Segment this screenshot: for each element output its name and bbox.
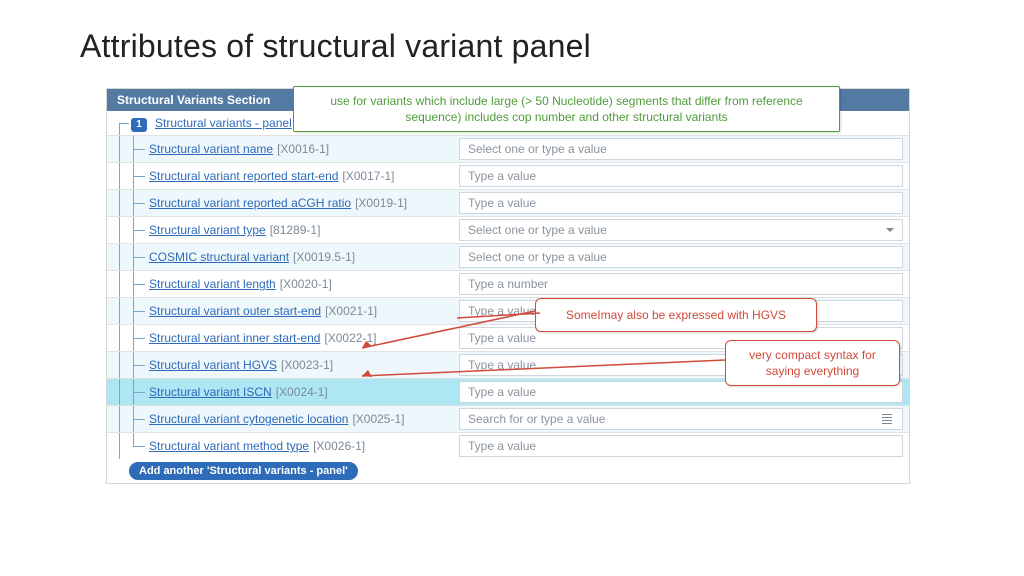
field-input[interactable]: Select one or type a value	[459, 138, 903, 160]
field-code: [X0016-1]	[277, 137, 329, 161]
callout-usage: use for variants which include large (> …	[293, 86, 840, 132]
field-code: [X0021-1]	[325, 299, 377, 323]
field-label[interactable]: Structural variant ISCN	[149, 380, 272, 404]
slide-title: Attributes of structural variant panel	[0, 0, 1024, 85]
field-row: Structural variant cytogenetic location[…	[107, 406, 909, 433]
field-row: Structural variant reported start-end[X0…	[107, 163, 909, 190]
field-code: [X0017-1]	[342, 164, 394, 188]
field-row: Structural variant reported aCGH ratio[X…	[107, 190, 909, 217]
field-label[interactable]: Structural variant cytogenetic location	[149, 407, 348, 431]
field-row: Structural variant method type[X0026-1] T…	[107, 433, 909, 459]
field-input[interactable]: Select one or type a value	[459, 219, 903, 241]
field-code: [X0019.5-1]	[293, 245, 355, 269]
field-input[interactable]: Select one or type a value	[459, 246, 903, 268]
field-label[interactable]: Structural variant inner start-end	[149, 326, 320, 350]
field-code: [X0019-1]	[355, 191, 407, 215]
field-label[interactable]: Structural variant reported start-end	[149, 164, 338, 188]
field-label[interactable]: Structural variant name	[149, 137, 273, 161]
field-label[interactable]: Structural variant length	[149, 272, 276, 296]
field-code: [X0024-1]	[276, 380, 328, 404]
callout-hgvs-note: SomeImay also be expressed with HGVS	[535, 298, 817, 332]
callout-iscn-note: very compact syntax for saying everythin…	[725, 340, 900, 386]
field-code: [81289-1]	[270, 218, 321, 242]
field-input[interactable]: Search for or type a value	[459, 408, 903, 430]
root-badge: 1	[131, 118, 147, 132]
field-code: [X0026-1]	[313, 434, 365, 458]
field-row: Structural variant name[X0016-1] Select o…	[107, 136, 909, 163]
field-row: COSMIC structural variant[X0019.5-1] Sele…	[107, 244, 909, 271]
add-row: Add another 'Structural variants - panel…	[107, 459, 909, 483]
field-row: Structural variant type[81289-1] Select o…	[107, 217, 909, 244]
field-label[interactable]: Structural variant outer start-end	[149, 299, 321, 323]
field-code: [X0023-1]	[281, 353, 333, 377]
field-code: [X0022-1]	[324, 326, 376, 350]
field-label[interactable]: Structural variant method type	[149, 434, 309, 458]
field-code: [X0020-1]	[280, 272, 332, 296]
field-row: Structural variant length[X0020-1] Type a…	[107, 271, 909, 298]
field-label[interactable]: Structural variant type	[149, 218, 266, 242]
field-input[interactable]: Type a number	[459, 273, 903, 295]
field-label[interactable]: Structural variant reported aCGH ratio	[149, 191, 351, 215]
add-another-button[interactable]: Add another 'Structural variants - panel…	[129, 462, 358, 480]
field-input[interactable]: Type a value	[459, 165, 903, 187]
field-label[interactable]: Structural variant HGVS	[149, 353, 277, 377]
field-code: [X0025-1]	[352, 407, 404, 431]
field-label[interactable]: COSMIC structural variant	[149, 245, 289, 269]
field-input[interactable]: Type a value	[459, 435, 903, 457]
structural-variant-panel: Structural Variants Section 1 Structural…	[106, 88, 910, 484]
root-label[interactable]: Structural variants - panel	[155, 111, 292, 135]
field-input[interactable]: Type a value	[459, 192, 903, 214]
